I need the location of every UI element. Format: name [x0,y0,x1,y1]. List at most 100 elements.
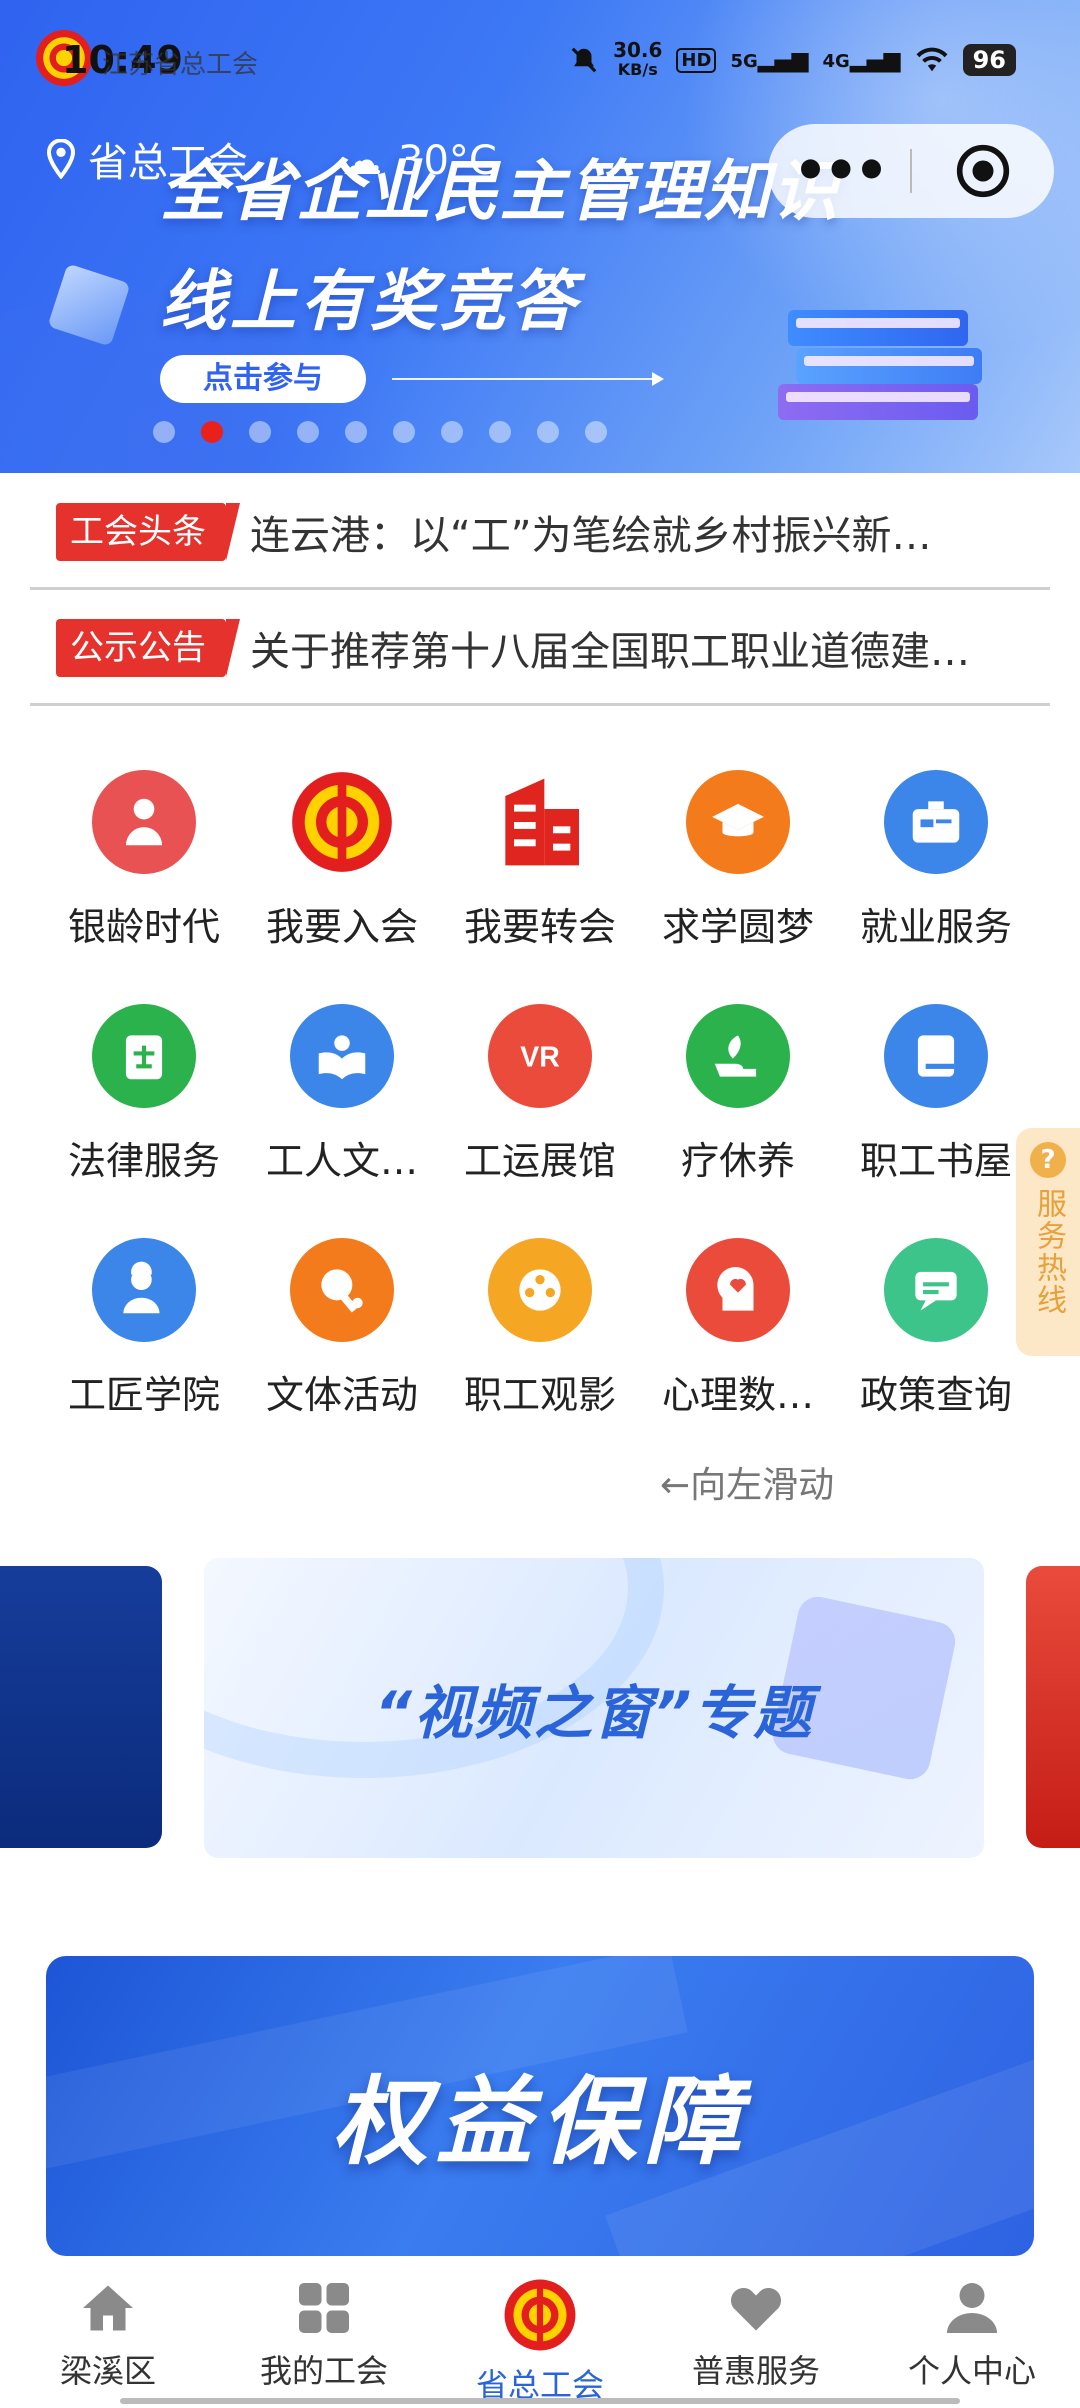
service-item[interactable]: 就业服务 [837,750,1035,984]
home-indicator [120,2398,960,2404]
svg-text:VR: VR [520,1041,559,1073]
service-item[interactable]: 工人文… [243,984,441,1218]
service-item[interactable]: 政策查询 [837,1218,1035,1452]
hd-badge: HD [676,47,717,73]
tab-label: 普惠服务 [691,2352,820,2390]
leaf-hand-icon [686,1004,790,1108]
service-label: 政策查询 [859,1373,1012,1417]
service-row: 工匠学院 文体活动 职工观影 心理数… 政策查询 [0,1218,1080,1452]
service-label: 疗休养 [680,1139,795,1183]
status-app-name: 江苏省总工会 [102,50,259,80]
service-item[interactable]: 工匠学院 [45,1218,243,1452]
location-pin-icon [46,139,76,179]
service-item[interactable]: 疗休养 [639,984,837,1218]
film-reel-icon [488,1238,592,1342]
person-icon [947,2283,997,2333]
notice-headline[interactable]: 工会头条 连云港：以“工”为笔绘就乡村振兴新… [30,476,1050,590]
carousel-prev-card[interactable] [0,1566,162,1848]
status-icons: 30.6 KB/s HD 5G▂▄▆ 4G▂▄▆ 96 [569,40,1016,80]
craftsman-icon [92,1238,196,1342]
notice-announcement[interactable]: 公示公告 关于推荐第十八届全国职工职业道德建… [30,592,1050,706]
tab-label: 我的工会 [259,2352,388,2390]
elderly-person-icon [92,770,196,874]
mute-bell-icon [571,47,597,73]
notice-tag: 工会头条 [56,502,240,561]
service-item[interactable]: 职工观影 [441,1218,639,1452]
service-item[interactable]: 银龄时代 [45,750,243,984]
service-label: 职工书屋 [859,1139,1012,1183]
carousel-dot[interactable] [585,421,607,443]
service-label: 文体活动 [265,1373,418,1417]
service-item[interactable]: 心理数… [639,1218,837,1452]
carousel-dot[interactable] [297,421,319,443]
tab-provincial-union[interactable]: 省总工会 [432,2264,648,2408]
service-label: 法律服务 [67,1139,220,1183]
tab-profile[interactable]: 个人中心 [864,2264,1080,2408]
location-selector[interactable]: 省总工会 [44,130,248,188]
notice-text[interactable]: 关于推荐第十八届全国职工职业道德建… [250,619,1010,677]
carousel-dot[interactable] [441,421,463,443]
carousel-dot[interactable] [345,421,367,443]
carousel-dot[interactable] [201,421,223,443]
service-item[interactable]: 我要入会 [243,750,441,984]
service-label: 就业服务 [859,905,1012,949]
notice-text[interactable]: 连云港：以“工”为笔绘就乡村振兴新… [250,503,1010,561]
question-icon: ? [1030,1142,1066,1178]
tab-my-union[interactable]: 我的工会 [216,2264,432,2408]
wifi-icon [916,47,947,72]
net-speed: 30.6 KB/s [613,38,663,79]
law-book-icon [92,1004,196,1108]
carousel-indicator [0,421,1080,443]
carousel-dot[interactable] [393,421,415,443]
service-row: 法律服务 工人文… VR 工运展馆 疗休养 职工书屋 [0,984,1080,1218]
service-item[interactable]: 法律服务 [45,984,243,1218]
carousel-dot[interactable] [537,421,559,443]
open-book-icon [290,1004,394,1108]
bottom-tab-bar: 梁溪区 我的工会 省总工会 普惠服务 个人中心 [0,2264,1080,2408]
battery-badge: 96 [962,44,1016,76]
service-item[interactable]: 求学圆梦 [639,750,837,984]
carousel-card[interactable]: “视频之窗”专题 [204,1558,984,1858]
union-emblem-icon [504,2279,576,2351]
arrow-decor [392,372,664,386]
service-item[interactable]: 职工书屋 [837,984,1035,1218]
service-item[interactable]: VR 工运展馆 [441,984,639,1218]
mini-program-capsule: ••• [768,124,1054,218]
home-icon [83,2285,133,2331]
tab-benefits[interactable]: 普惠服务 [648,2264,864,2408]
carousel-dot[interactable] [249,421,271,443]
book-icon [884,1004,988,1108]
rights-title: 权益保障 [332,2066,748,2178]
status-bar: 10:49 江苏省总工会 30.6 KB/s HD 5G▂▄▆ 4G▂▄▆ 96 [0,0,1080,120]
swipe-hint: ←向左滑动 [660,1465,835,1506]
rights-banner[interactable]: 权益保障 [46,1956,1034,2256]
carousel-dot[interactable] [489,421,511,443]
service-label: 工运展馆 [463,1139,616,1183]
service-item[interactable]: 我要转会 [441,750,639,984]
union-emblem-icon [290,770,394,874]
carousel-dot[interactable] [153,421,175,443]
tab-label: 个人中心 [907,2352,1036,2390]
grid-icon [299,2283,349,2333]
close-target-icon[interactable] [912,143,1054,199]
service-grid: 银龄时代 我要入会 我要转会 求学圆梦 就业服务法律服务 工人文… VR 工运展馆 疗休养 职工书… [0,750,1080,1452]
carousel-next-card[interactable] [1026,1566,1080,1848]
tab-district[interactable]: 梁溪区 [0,2264,216,2408]
signal-5g-icon: 5G▂▄▆ [730,47,809,73]
books-illustration-icon [778,310,988,430]
hero-subtitle: 线上有奖竞答 [160,263,580,340]
notice-tag: 公示公告 [56,618,240,677]
chat-icon [884,1238,988,1342]
carousel-title: “视频之窗”专题 [374,1679,814,1747]
signal-4g-icon: 4G▂▄▆ [822,47,901,73]
service-label: 工人文… [265,1139,418,1183]
heart-head-icon [686,1238,790,1342]
vr-icon: VR [488,1004,592,1108]
service-item[interactable]: 文体活动 [243,1218,441,1452]
building-icon [488,770,592,874]
more-icon[interactable]: ••• [768,144,910,198]
service-label: 银龄时代 [67,905,220,949]
service-hotline[interactable]: ? 服务热线 [1016,1128,1080,1356]
participate-button[interactable]: 点击参与 [160,355,366,403]
service-label: 心理数… [661,1373,814,1417]
